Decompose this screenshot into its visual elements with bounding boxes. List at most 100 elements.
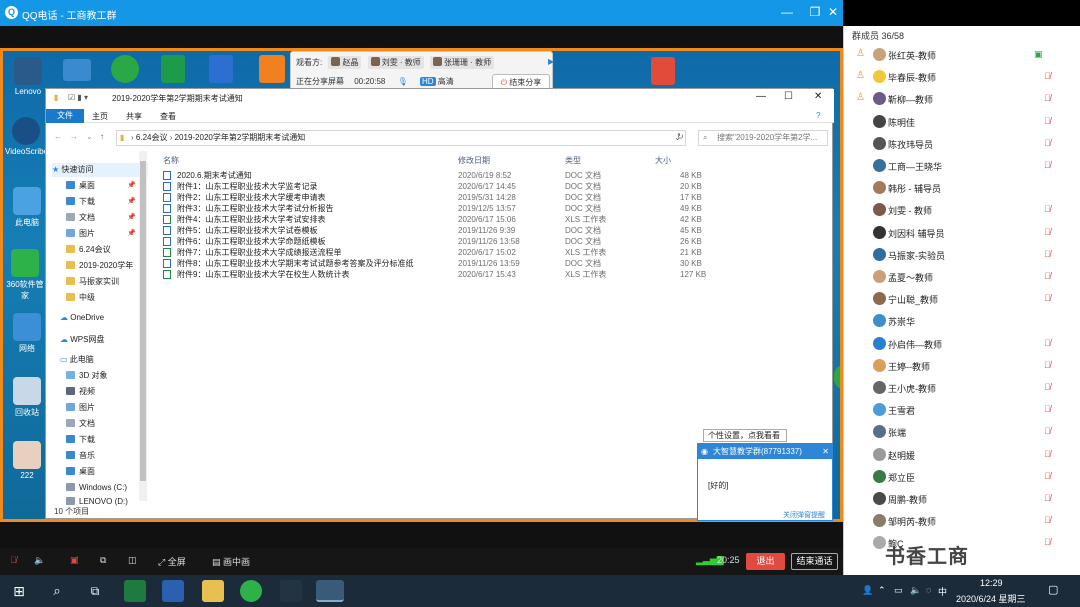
- nav-folder[interactable]: 马振家实训: [66, 275, 148, 289]
- member-row[interactable]: 张端 🎙̸: [844, 421, 1080, 443]
- nav-drive-d[interactable]: LENOVO (D:): [66, 495, 148, 506]
- member-row[interactable]: 郑立臣 🎙̸: [844, 466, 1080, 488]
- member-row[interactable]: 马振家-实验员 🎙̸: [844, 244, 1080, 266]
- nav-drive-c[interactable]: Windows (C:): [66, 481, 148, 495]
- wps-writer-icon[interactable]: [209, 55, 233, 83]
- member-row[interactable]: 苏崇华: [844, 310, 1080, 332]
- exit-call-button[interactable]: 退出: [746, 553, 785, 570]
- pip-button[interactable]: ▤ 画中画: [212, 555, 250, 568]
- quick-toolbar-icon[interactable]: ☑ ▮ ▾: [68, 93, 88, 102]
- search-icon[interactable]: ⌕: [46, 580, 68, 602]
- mic-muted-icon[interactable]: 🎙̸: [10, 555, 17, 565]
- member-row[interactable]: 工商—王晓华 🎙̸: [844, 155, 1080, 177]
- file-row[interactable]: 附件3：山东工程职业技术大学考试分析报告 2019/12/5 13:57 DOC 文…: [158, 203, 718, 214]
- member-row[interactable]: ♙ 靳柳—教师 🎙̸: [844, 88, 1080, 110]
- side-widget-icon[interactable]: [834, 365, 840, 389]
- screen-share-icon[interactable]: ⧉: [100, 555, 106, 566]
- settings-tooltip[interactable]: 个性设置，点我看看: [703, 429, 787, 442]
- member-row[interactable]: 刘因科 辅导员 🎙̸: [844, 222, 1080, 244]
- desktop-icon-360[interactable]: 360软件管家: [4, 249, 46, 301]
- member-row[interactable]: 刘雯 - 教师 🎙̸: [844, 199, 1080, 221]
- app-shortcut-icon[interactable]: [63, 59, 91, 81]
- nav-3d-objects[interactable]: 3D 对象: [66, 369, 148, 383]
- camera-off-icon[interactable]: ▣̸: [70, 555, 79, 566]
- member-row[interactable]: ♙ 毕春辰-教师 🎙̸: [844, 66, 1080, 88]
- app-flame-icon[interactable]: [259, 55, 285, 83]
- member-row[interactable]: 陈明佳 🎙̸: [844, 111, 1080, 133]
- scrollbar-thumb[interactable]: [140, 161, 146, 481]
- member-row[interactable]: 陈孜玮导员 🎙̸: [844, 133, 1080, 155]
- speaker-icon[interactable]: 🔈: [34, 555, 45, 566]
- file-row[interactable]: 附件9：山东工程职业技术大学在校生人数统计表 2020/6/17 15:43 XLS…: [158, 269, 718, 280]
- clock-time[interactable]: 12:29: [980, 578, 1003, 588]
- nav-pictures[interactable]: 图片 📌: [66, 227, 148, 241]
- file-row[interactable]: 附件8：山东工程职业技术大学期末考试试题参考答案及评分标准纸 2019/11/26…: [158, 258, 718, 269]
- file-row[interactable]: 附件2：山东工程职业技术大学缓考申请表 2019/5/31 14:28 DOC 文档…: [158, 192, 718, 203]
- refresh-icon[interactable]: ↻: [677, 132, 684, 141]
- nav-videos[interactable]: 视频: [66, 385, 148, 399]
- minimize-icon[interactable]: —: [780, 4, 794, 20]
- nav-folder[interactable]: 中级: [66, 291, 148, 305]
- app-triangle-icon[interactable]: [280, 580, 302, 602]
- column-header-size[interactable]: 大小: [655, 155, 671, 166]
- file-row[interactable]: 附件1：山东工程职业技术大学监考记录 2020/6/17 14:45 DOC 文档 2…: [158, 181, 718, 192]
- record-icon[interactable]: ◫: [128, 555, 137, 566]
- ime-indicator[interactable]: 中: [938, 585, 947, 598]
- member-row[interactable]: 孙启伟—教师 🎙̸: [844, 333, 1080, 355]
- nav-this-pc[interactable]: ▭ 此电脑: [60, 353, 148, 367]
- start-icon[interactable]: ⊞: [8, 580, 30, 602]
- pdf-icon[interactable]: [651, 57, 675, 85]
- nav-wps-drive[interactable]: ☁ WPS网盘: [60, 333, 148, 347]
- desktop-icon-lenovo[interactable]: Lenovo: [7, 57, 49, 96]
- chevron-right-icon[interactable]: ▶: [548, 57, 554, 66]
- nav-quick-access[interactable]: ★ 快速访问: [52, 163, 148, 177]
- desktop-icon-network[interactable]: 网络: [6, 313, 48, 354]
- file-explorer-icon[interactable]: [202, 580, 224, 602]
- member-row[interactable]: 王婷--教师 🎙̸: [844, 355, 1080, 377]
- volume-icon[interactable]: 🔈: [910, 585, 921, 596]
- member-row[interactable]: 周鹏-教师 🎙̸: [844, 488, 1080, 510]
- qq-taskbar-icon[interactable]: [316, 580, 344, 602]
- tab-share[interactable]: 共享: [126, 111, 142, 122]
- maximize-icon[interactable]: ☐: [784, 91, 793, 102]
- file-row[interactable]: 2020.6.期末考试通知 2020/6/19 8:52 DOC 文档 48 KB: [158, 170, 718, 181]
- quality-label[interactable]: 高清: [438, 77, 454, 86]
- excel-icon[interactable]: [124, 580, 146, 602]
- member-row[interactable]: 邹明芮-教师 🎙̸: [844, 510, 1080, 532]
- nav-scrollbar[interactable]: [139, 151, 147, 501]
- member-row[interactable]: 孟夏～教师 🎙̸: [844, 266, 1080, 288]
- member-row[interactable]: 韩彤 - 辅导员: [844, 177, 1080, 199]
- nav-folder[interactable]: 6.24会议: [66, 243, 148, 257]
- network-icon[interactable]: ▭: [894, 585, 903, 596]
- people-icon[interactable]: 👤: [862, 585, 873, 596]
- forward-icon[interactable]: →: [70, 132, 78, 141]
- clock-date[interactable]: 2020/6/24 星期三: [956, 592, 1026, 605]
- member-row[interactable]: 王雪君 🎙̸: [844, 399, 1080, 421]
- breadcrumb-item[interactable]: 6.24会议: [136, 133, 168, 142]
- search-input[interactable]: ⌕ 搜索"2019-2020学年第2学...: [698, 130, 828, 146]
- restore-icon[interactable]: ❐: [808, 4, 822, 20]
- member-row[interactable]: 宁山聪_教师 🎙̸: [844, 288, 1080, 310]
- fullscreen-button[interactable]: ⤢ 全屏: [158, 555, 186, 568]
- close-icon[interactable]: ✕: [822, 444, 829, 459]
- up-icon[interactable]: ↑: [100, 132, 104, 141]
- task-view-icon[interactable]: ⧉: [84, 580, 106, 602]
- notification-icon[interactable]: ▢: [1048, 583, 1058, 596]
- desktop-icon-recycle-bin[interactable]: 回收站: [6, 377, 48, 418]
- disable-popup-link[interactable]: 关闭弹窗提醒: [783, 510, 825, 520]
- nav-desktop[interactable]: 桌面 📌: [66, 179, 148, 193]
- popup-titlebar[interactable]: ◉ 大智慧教学群(87791337) ✕: [698, 444, 832, 459]
- desktop-icon-videoscribe[interactable]: VideoScribe: [5, 117, 48, 156]
- file-row[interactable]: 附件7：山东工程职业技术大学成绩报送流程单 2020/6/17 15:02 XLS …: [158, 247, 718, 258]
- viewer-chip[interactable]: 赵晶: [328, 56, 362, 69]
- back-icon[interactable]: ←: [54, 132, 62, 141]
- nav-downloads[interactable]: 下载 📌: [66, 195, 148, 209]
- nav-documents-pc[interactable]: 文档: [66, 417, 148, 431]
- column-header-date[interactable]: 修改日期: [458, 155, 490, 166]
- breadcrumb-item[interactable]: 2019-2020学年第2学期期末考试通知: [175, 133, 306, 142]
- file-row[interactable]: 附件4：山东工程职业技术大学考试安排表 2020/6/17 15:06 XLS 工作…: [158, 214, 718, 225]
- member-row[interactable]: 王小虎-教师 🎙̸: [844, 377, 1080, 399]
- file-row[interactable]: 附件5：山东工程职业技术大学试卷模板 2019/11/26 9:39 DOC 文档 4…: [158, 225, 718, 236]
- viewer-chip[interactable]: 张珊珊 · 教师: [430, 56, 495, 69]
- nav-documents[interactable]: 文档 📌: [66, 211, 148, 225]
